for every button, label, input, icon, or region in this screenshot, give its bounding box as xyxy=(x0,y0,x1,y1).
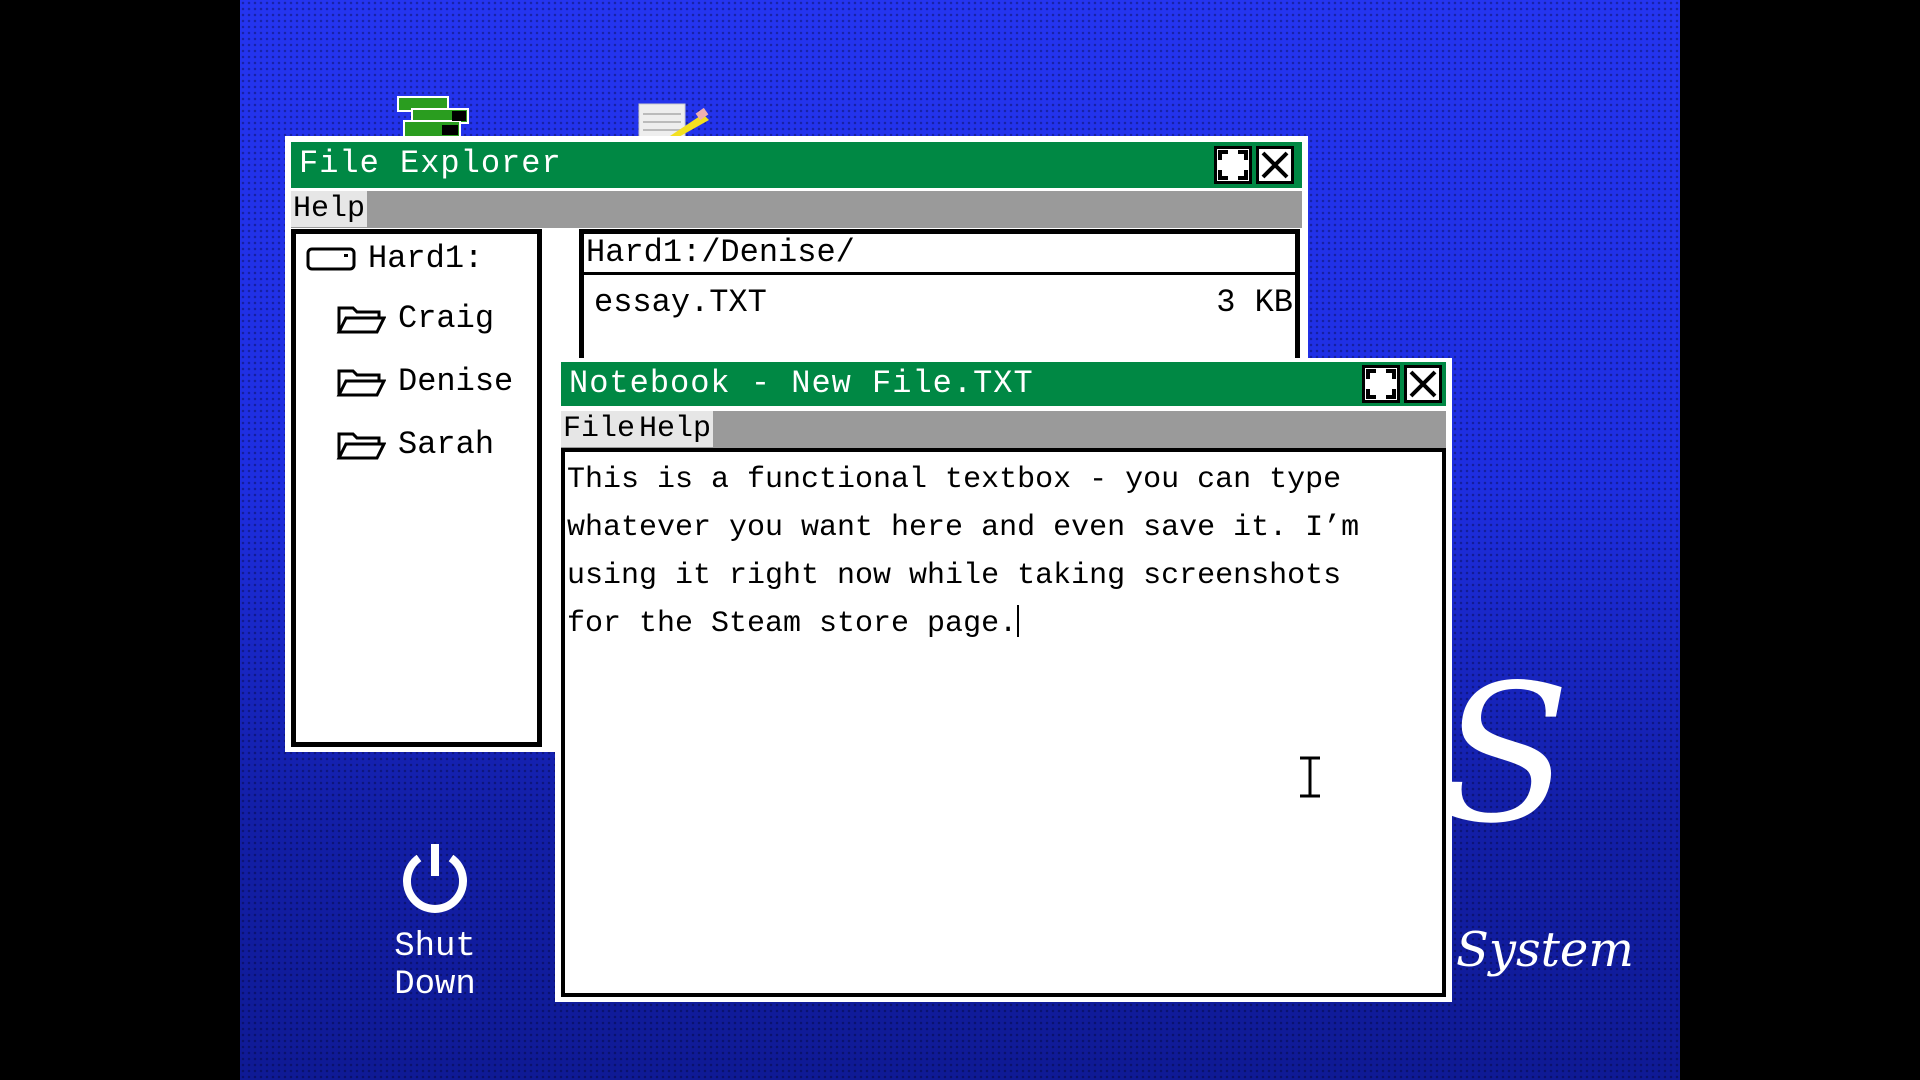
window-title: Notebook - New File.TXT xyxy=(569,365,1034,402)
shutdown-label: Shut Down xyxy=(394,928,476,1004)
file-row[interactable]: essay.TXT 3 KB xyxy=(594,278,1295,328)
logo-word: System xyxy=(1456,922,1634,978)
file-list: Hard1:/Denise/ essay.TXT 3 KB xyxy=(579,229,1300,369)
folder-icon xyxy=(336,369,386,396)
folder-icon xyxy=(336,432,386,459)
close-button[interactable] xyxy=(1404,365,1442,403)
tree-folder-craig[interactable]: Craig xyxy=(336,300,494,337)
text-area[interactable]: This is a functional textbox - you can t… xyxy=(561,448,1446,997)
menu-file[interactable]: File xyxy=(561,411,638,447)
maximize-button[interactable] xyxy=(1214,146,1252,184)
text-caret xyxy=(1017,605,1020,637)
menu-bar: File Help xyxy=(561,411,1446,448)
path-header: Hard1:/Denise/ xyxy=(584,234,1295,275)
file-name: essay.TXT xyxy=(594,284,767,321)
drive-icon xyxy=(306,247,356,270)
tree-folder-sarah[interactable]: Sarah xyxy=(336,426,494,463)
notebook-icon[interactable] xyxy=(637,98,711,139)
menu-help[interactable]: Help xyxy=(637,411,714,447)
text-cursor-icon xyxy=(1300,756,1320,798)
file-explorer-titlebar[interactable]: File Explorer xyxy=(291,142,1302,188)
notebook-window: Notebook - New File.TXT File Help This is… xyxy=(555,358,1452,1002)
menu-bar: Help xyxy=(291,191,1302,228)
close-button[interactable] xyxy=(1256,146,1294,184)
power-icon xyxy=(403,844,467,913)
logo-letter: S xyxy=(1440,644,1571,865)
tree-folder-denise[interactable]: Denise xyxy=(336,363,513,400)
folder-icon xyxy=(336,306,386,333)
window-title: File Explorer xyxy=(299,145,562,182)
text-content: This is a functional textbox - you can t… xyxy=(567,463,1360,641)
notebook-titlebar[interactable]: Notebook - New File.TXT xyxy=(561,362,1446,406)
folder-tree: Hard1: Craig Denise Sarah xyxy=(291,229,542,747)
file-explorer-icon[interactable] xyxy=(396,95,472,139)
shutdown-button[interactable]: Shut Down xyxy=(350,840,520,1004)
file-size: 3 KB xyxy=(1216,284,1293,321)
tree-root[interactable]: Hard1: xyxy=(306,240,483,277)
maximize-button[interactable] xyxy=(1362,365,1400,403)
menu-help[interactable]: Help xyxy=(291,191,368,227)
